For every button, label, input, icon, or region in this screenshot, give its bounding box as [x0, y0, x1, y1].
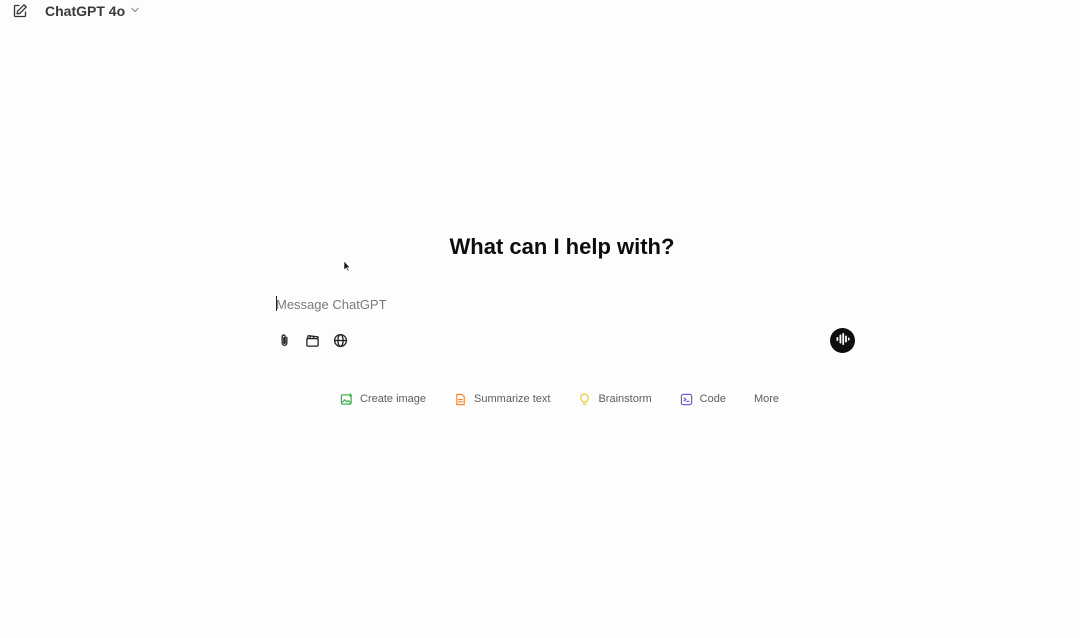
suggestion-brainstorm[interactable]: Brainstorm	[578, 393, 652, 406]
paperclip-icon[interactable]	[275, 331, 293, 349]
message-input[interactable]	[276, 294, 836, 314]
globe-icon[interactable]	[331, 331, 349, 349]
message-composer	[272, 288, 862, 358]
suggestion-label: Create image	[360, 393, 427, 405]
code-icon	[680, 393, 693, 406]
suggestion-more[interactable]: More	[754, 393, 779, 405]
mouse-cursor-icon	[343, 259, 351, 272]
suggestion-summarize-text[interactable]: Summarize text	[454, 393, 550, 406]
lightbulb-icon	[578, 393, 591, 406]
suggestion-label: More	[753, 393, 780, 405]
voice-mode-button[interactable]	[830, 328, 855, 353]
suggestion-create-image[interactable]: Create image	[340, 392, 427, 406]
image-icon	[340, 392, 353, 406]
suggestion-label: Code	[699, 393, 726, 405]
top-bar: ChatGPT 4o	[0, 0, 1080, 22]
page-title: What can I help with?	[449, 234, 675, 259]
app-window: ChatGPT 4o What can I help with? Message…	[0, 0, 1080, 638]
new-chat-icon[interactable]	[11, 2, 29, 20]
voice-waveform-icon	[836, 332, 850, 350]
document-icon	[454, 393, 467, 406]
text-caret	[276, 296, 277, 311]
suggestion-code[interactable]: Code	[680, 393, 726, 406]
suggestion-chips: Create image Summarize text Brainstorm C…	[340, 390, 779, 408]
model-name: ChatGPT 4o	[45, 3, 126, 19]
chevron-down-icon	[130, 2, 140, 20]
clapperboard-icon[interactable]	[303, 331, 321, 349]
suggestion-label: Brainstorm	[598, 393, 652, 405]
suggestion-label: Summarize text	[474, 393, 551, 405]
model-selector[interactable]: ChatGPT 4o	[45, 2, 140, 20]
